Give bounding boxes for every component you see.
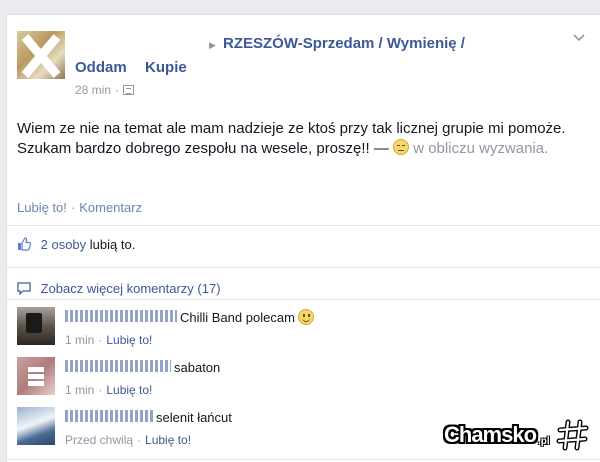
comment-body: sabaton 1 min · Lubię to! <box>65 359 220 399</box>
divider <box>7 299 600 300</box>
divider <box>7 267 600 268</box>
commenter-avatar[interactable] <box>17 357 55 395</box>
post-body: Wiem ze nie na temat ale mam nadzieje ze… <box>17 119 577 159</box>
comment-text: selenit łańcut <box>156 410 232 425</box>
commenter-name-redacted[interactable] <box>65 310 177 322</box>
comment-item: Chilli Band polecam 1 min · Lubię to! <box>17 307 577 351</box>
smile-emoji-icon <box>297 309 314 325</box>
thumb-up-icon <box>18 237 31 251</box>
divider <box>7 225 600 226</box>
comment-like-button[interactable]: Lubię to! <box>106 383 152 397</box>
poster-name-first: Oddam <box>75 59 127 76</box>
comment-time[interactable]: 1 min <box>65 333 94 347</box>
poster-avatar[interactable] <box>17 31 65 79</box>
comment-item: sabaton 1 min · Lubię to! <box>17 357 577 401</box>
comment-button[interactable]: Komentarz <box>79 200 142 215</box>
arrow-right-icon: ▶ <box>209 40 216 50</box>
censor-x-icon <box>28 367 44 386</box>
comment-body: selenit łańcut Przed chwilą · Lubię to! <box>65 409 232 449</box>
group-privacy-icon[interactable] <box>123 85 135 95</box>
comment-time[interactable]: 1 min <box>65 383 94 397</box>
comment-text: Chilli Band polecam <box>180 310 295 325</box>
censor-x-icon <box>21 34 61 78</box>
commenter-name-redacted[interactable] <box>65 410 153 422</box>
watermark-text: Chamsko <box>444 422 537 447</box>
chevron-down-icon[interactable] <box>572 31 586 45</box>
watermark-suffix: .pl <box>538 436 550 447</box>
comment-text: sabaton <box>174 360 221 375</box>
comment-time[interactable]: Przed chwilą <box>65 433 133 447</box>
poster-name-last: Kupie <box>145 59 187 76</box>
comment-meta: 1 min · Lubię to! <box>65 333 153 347</box>
watermark-logo: Chamsko .pl <box>444 416 594 456</box>
like-button[interactable]: Lubię to! <box>17 200 67 215</box>
commenter-name-redacted[interactable] <box>65 360 171 372</box>
post-actions: Lubię to! · Komentarz <box>17 200 143 215</box>
commenter-avatar[interactable] <box>17 407 55 445</box>
comment-like-button[interactable]: Lubię to! <box>106 333 152 347</box>
likes-suffix: lubią to. <box>89 237 136 252</box>
post-text-feeling: w obliczu wyzwania. <box>413 140 549 157</box>
post-meta: 28 min · <box>75 83 135 97</box>
comment-bubble-icon <box>17 282 31 295</box>
post-timestamp[interactable]: 28 min <box>75 83 111 97</box>
comment-meta: 1 min · Lubię to! <box>65 383 153 397</box>
comment-body: Chilli Band polecam 1 min · Lubię to! <box>65 309 314 349</box>
view-more-comments-label: Zobacz więcej komentarzy (17) <box>40 281 221 296</box>
post-card: ▶ RZESZÓW-Sprzedam / Wymienię / Oddam Ku… <box>6 14 600 462</box>
hash-logo-icon <box>556 419 589 451</box>
comment-like-button[interactable]: Lubię to! <box>145 433 191 447</box>
likes-count-link[interactable]: 2 osoby <box>41 237 87 252</box>
poster-name-link[interactable]: Oddam Kupie <box>75 59 187 76</box>
comment-meta: Przed chwilą · Lubię to! <box>65 433 192 447</box>
unamused-face-icon <box>393 139 410 155</box>
commenter-avatar[interactable] <box>17 307 55 345</box>
group-name-link[interactable]: RZESZÓW-Sprzedam / Wymienię / <box>223 35 465 52</box>
likes-summary: 2 osoby lubią to. <box>17 237 135 252</box>
name-redaction <box>130 62 141 75</box>
divider <box>7 459 600 460</box>
view-more-comments[interactable]: Zobacz więcej komentarzy (17) <box>17 281 221 296</box>
